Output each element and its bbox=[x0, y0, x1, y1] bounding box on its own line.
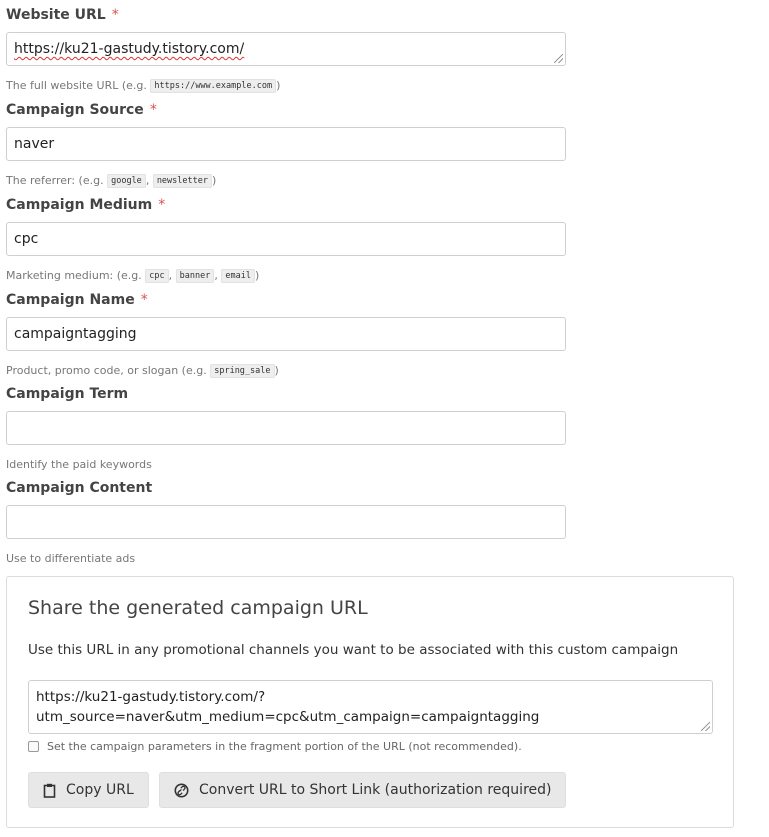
campaign-content-group: Campaign Content Use to differentiate ad… bbox=[6, 478, 566, 567]
campaign-name-label: Campaign Name bbox=[6, 292, 135, 308]
campaign-term-hint: Identify the paid keywords bbox=[6, 458, 152, 471]
example-code: email bbox=[221, 269, 255, 283]
required-marker: * bbox=[111, 7, 119, 23]
campaign-source-input[interactable]: naver bbox=[6, 127, 566, 161]
fragment-option[interactable]: Set the campaign parameters in the fragm… bbox=[28, 740, 522, 753]
generated-url-textarea[interactable]: https://ku21-gastudy.tistory.com/? utm_s… bbox=[28, 680, 713, 734]
link-icon bbox=[174, 783, 189, 797]
required-marker: * bbox=[149, 102, 157, 118]
campaign-medium-group: Campaign Medium * cpc Marketing medium: (… bbox=[6, 195, 566, 284]
copy-url-label: Copy URL bbox=[66, 782, 134, 798]
fragment-checkbox-label: Set the campaign parameters in the fragm… bbox=[47, 740, 522, 753]
campaign-term-group: Campaign Term Identify the paid keywords bbox=[6, 384, 566, 473]
campaign-medium-input[interactable]: cpc bbox=[6, 222, 566, 256]
campaign-content-hint: Use to differentiate ads bbox=[6, 552, 136, 565]
campaign-term-input[interactable] bbox=[6, 411, 566, 445]
website-url-input[interactable]: https://ku21-gastudy.tistory.com/ bbox=[6, 32, 566, 66]
example-code: cpc bbox=[145, 269, 169, 283]
example-code: banner bbox=[175, 269, 215, 283]
example-code: https://www.example.com bbox=[150, 79, 277, 93]
website-url-label: Website URL bbox=[6, 7, 106, 23]
campaign-source-group: Campaign Source * naver The referrer: (e.… bbox=[6, 100, 566, 189]
share-panel-description: Use this URL in any promotional channels… bbox=[28, 642, 679, 658]
campaign-term-label: Campaign Term bbox=[6, 386, 129, 402]
copy-url-button[interactable]: Copy URL bbox=[28, 772, 149, 808]
campaign-content-input[interactable] bbox=[6, 505, 566, 539]
required-marker: * bbox=[140, 292, 148, 308]
example-code: spring_sale bbox=[210, 364, 275, 378]
campaign-source-label: Campaign Source bbox=[6, 102, 144, 118]
campaign-name-hint: Product, promo code, or slogan (e.g. spr… bbox=[6, 364, 279, 378]
generated-url-line-2: utm_source=naver&utm_medium=cpc&utm_camp… bbox=[36, 709, 540, 725]
resize-handle[interactable] bbox=[701, 722, 710, 731]
share-panel-title: Share the generated campaign URL bbox=[28, 597, 368, 619]
clipboard-icon bbox=[43, 783, 56, 798]
campaign-name-value: campaigntagging bbox=[14, 326, 137, 342]
campaign-name-input[interactable]: campaigntagging bbox=[6, 317, 566, 351]
example-code: google bbox=[107, 174, 146, 188]
campaign-name-group: Campaign Name * campaigntagging Product, … bbox=[6, 290, 566, 379]
required-marker: * bbox=[158, 197, 166, 213]
campaign-content-label: Campaign Content bbox=[6, 480, 153, 496]
website-url-value: https://ku21-gastudy.tistory.com/ bbox=[14, 41, 245, 57]
campaign-source-hint: The referrer: (e.g. google, newsletter) bbox=[6, 174, 217, 188]
campaign-source-value: naver bbox=[14, 136, 55, 152]
campaign-medium-hint: Marketing medium: (e.g. cpc, banner, ema… bbox=[6, 269, 260, 283]
share-panel: Share the generated campaign URL Use thi… bbox=[6, 576, 734, 828]
campaign-medium-value: cpc bbox=[14, 231, 39, 247]
short-link-label: Convert URL to Short Link (authorization… bbox=[199, 782, 552, 798]
resize-handle[interactable] bbox=[554, 54, 563, 63]
generated-url-line-1: https://ku21-gastudy.tistory.com/? bbox=[36, 689, 266, 705]
campaign-medium-label: Campaign Medium bbox=[6, 197, 153, 213]
fragment-checkbox[interactable] bbox=[28, 741, 39, 752]
short-link-button[interactable]: Convert URL to Short Link (authorization… bbox=[159, 772, 567, 808]
example-code: newsletter bbox=[152, 174, 212, 188]
website-url-group: Website URL * https://ku21-gastudy.tistor… bbox=[6, 5, 566, 94]
website-url-hint: The full website URL (e.g. https://www.e… bbox=[6, 79, 281, 93]
